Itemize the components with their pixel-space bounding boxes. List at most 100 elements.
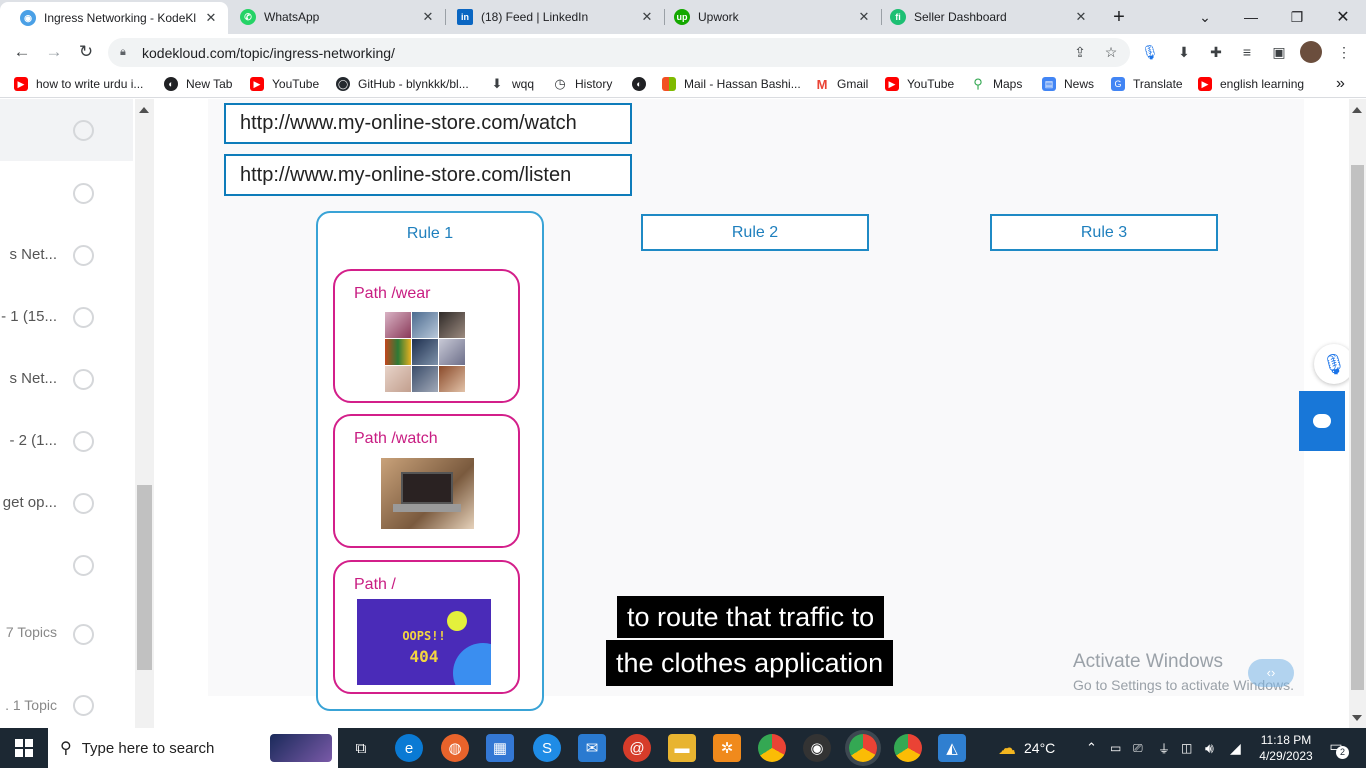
lesson-item[interactable]: - 2 (1... (0, 409, 133, 471)
lesson-item[interactable] (0, 161, 133, 223)
obs-icon[interactable]: ◉ (803, 734, 831, 762)
page-scroll-thumb[interactable] (1351, 165, 1364, 690)
tab-whatsapp[interactable]: ✆ WhatsApp ✕ (228, 0, 445, 34)
bookmark-item[interactable]: Mail - Hassan Bashi... (662, 75, 801, 93)
volume-icon[interactable]: 🔊︎ (1205, 728, 1214, 768)
camera-icon[interactable]: ◫ (1181, 728, 1192, 768)
bookmark-item[interactable]: ◐ (632, 75, 654, 93)
page-scrollbar[interactable] (1349, 99, 1366, 728)
bookmark-item[interactable]: ▶ YouTube (885, 75, 954, 93)
address-bar[interactable]: 🔒︎ kodekloud.com/topic/ingress-networkin… (108, 38, 1130, 67)
chrome-icon[interactable] (758, 734, 786, 762)
network-icon[interactable]: ⎚ (1133, 728, 1143, 768)
photos-icon[interactable]: ◭ (938, 734, 966, 762)
bookmark-item[interactable]: ◯ GitHub - blynkkk/bl... (336, 75, 469, 93)
back-arrow-icon[interactable]: ← (10, 40, 34, 64)
completion-circle-icon[interactable] (73, 493, 94, 514)
lesson-item[interactable]: - 1 (15... (0, 285, 133, 347)
bookmark-item[interactable]: ▤ News (1042, 75, 1094, 93)
url-text[interactable]: kodekloud.com/topic/ingress-networking/ (142, 45, 395, 61)
scroll-down-arrow-icon[interactable] (1352, 715, 1362, 721)
file-explorer-icon[interactable]: ▬ (668, 734, 696, 762)
side-panel-icon[interactable]: ▣ (1269, 42, 1289, 62)
close-icon[interactable]: ✕ (855, 9, 873, 25)
bookmark-item[interactable]: ◐ New Tab (164, 75, 232, 93)
wifi-icon[interactable]: ◢ (1230, 728, 1241, 768)
lesson-item[interactable]: get op... (0, 471, 133, 533)
minimize-button[interactable]: — (1228, 0, 1274, 34)
extensions-puzzle-icon[interactable]: ✚ (1206, 42, 1226, 62)
section-item[interactable]: 7 Topics (0, 599, 133, 661)
lesson-item[interactable] (0, 99, 133, 161)
video-player[interactable]: http://www.my-online-store.com/watch htt… (208, 99, 1304, 711)
section-item[interactable]: . 1 Topic (0, 671, 133, 728)
settings-app-icon[interactable]: ✲ (713, 734, 741, 762)
show-hidden-icons-button[interactable]: ⌃ (1086, 728, 1097, 768)
chrome-profile-icon[interactable] (849, 734, 877, 762)
start-button[interactable] (0, 728, 48, 768)
close-icon[interactable]: ✕ (1072, 9, 1090, 25)
tab-search-chevron-icon[interactable]: ⌄ (1182, 0, 1228, 34)
bookmark-item[interactable]: ▶ how to write urdu i... (14, 75, 143, 93)
bookmark-item[interactable]: G Translate (1111, 75, 1183, 93)
reading-list-icon[interactable]: ≡ (1237, 42, 1257, 62)
sidebar-scroll-thumb[interactable] (137, 485, 152, 670)
completion-circle-icon[interactable] (73, 307, 94, 328)
close-icon[interactable]: ✕ (202, 10, 220, 26)
microphone-extension-icon[interactable]: 🎙︎ (1140, 42, 1160, 62)
tab-seller-dashboard[interactable]: fi Seller Dashboard ✕ (882, 0, 1098, 34)
new-tab-button[interactable]: + (1107, 6, 1131, 28)
sidebar-scrollbar[interactable] (135, 99, 154, 728)
tab-ingress-networking[interactable]: ◉ Ingress Networking - KodeKl ✕ (0, 2, 228, 34)
scroll-up-arrow-icon[interactable] (139, 107, 149, 113)
completion-circle-icon[interactable] (73, 120, 94, 141)
taskbar-search-box[interactable]: ⚲ Type here to search (48, 728, 338, 768)
system-clock[interactable]: 11:18 PM 4/29/2023 (1252, 732, 1320, 764)
search-placeholder[interactable]: Type here to search (82, 740, 215, 757)
usb-icon[interactable]: ⏚ (1158, 728, 1170, 768)
bookmark-item[interactable]: ◷ History (553, 75, 612, 93)
close-window-button[interactable]: ✕ (1320, 0, 1366, 34)
bookmark-star-icon[interactable]: ☆ (1101, 42, 1121, 62)
bookmark-item[interactable]: M Gmail (815, 75, 869, 93)
task-view-icon[interactable]: ⧉ (347, 734, 375, 762)
forward-arrow-icon[interactable]: → (42, 40, 66, 64)
close-icon[interactable]: ✕ (419, 9, 437, 25)
scroll-up-arrow-icon[interactable] (1352, 107, 1362, 113)
notification-center-button[interactable]: ▭ 2 (1325, 738, 1349, 759)
restore-button[interactable]: ❐ (1274, 0, 1320, 34)
profile-avatar[interactable] (1300, 41, 1322, 63)
bookmark-item[interactable]: ⚲ Maps (971, 75, 1022, 93)
completion-circle-icon[interactable] (73, 369, 94, 390)
tab-linkedin[interactable]: in (18) Feed | LinkedIn ✕ (446, 0, 664, 34)
lock-icon[interactable]: 🔒︎ (120, 46, 132, 59)
store-icon[interactable]: ▦ (486, 734, 514, 762)
menu-kebab-icon[interactable]: ⋮ (1334, 42, 1354, 62)
lesson-item[interactable]: s Net... (0, 223, 133, 285)
chat-button[interactable] (1299, 391, 1345, 451)
more-bookmarks-button[interactable]: » (1336, 75, 1345, 93)
firefox-icon[interactable]: ◍ (441, 734, 469, 762)
completion-circle-icon[interactable] (73, 555, 94, 576)
share-icon[interactable]: ⇪ (1070, 42, 1090, 62)
completion-circle-icon[interactable] (73, 431, 94, 452)
snail-app-icon[interactable]: @ (623, 734, 651, 762)
lesson-item[interactable]: s Net... (0, 347, 133, 409)
download-extension-icon[interactable]: ⬇ (1174, 42, 1194, 62)
voice-input-button[interactable]: 🎙︎ (1314, 344, 1354, 384)
chrome-profile-2-icon[interactable] (894, 734, 922, 762)
lesson-item[interactable] (0, 533, 133, 595)
tab-upwork[interactable]: up Upwork ✕ (665, 0, 881, 34)
battery-icon[interactable]: ▭ (1110, 728, 1121, 768)
completion-circle-icon[interactable] (73, 245, 94, 266)
edge-icon[interactable]: e (395, 734, 423, 762)
close-icon[interactable]: ✕ (638, 9, 656, 25)
completion-circle-icon[interactable] (73, 183, 94, 204)
weather-widget[interactable]: ☁ 24°C (998, 728, 1055, 768)
mail-icon[interactable]: ✉ (578, 734, 606, 762)
bookmark-item[interactable]: ⬇ wqq (490, 75, 534, 93)
bookmark-item[interactable]: ▶ YouTube (250, 75, 319, 93)
skype-icon[interactable]: S (533, 734, 561, 762)
completion-circle-icon[interactable] (73, 624, 94, 645)
completion-circle-icon[interactable] (73, 695, 94, 716)
